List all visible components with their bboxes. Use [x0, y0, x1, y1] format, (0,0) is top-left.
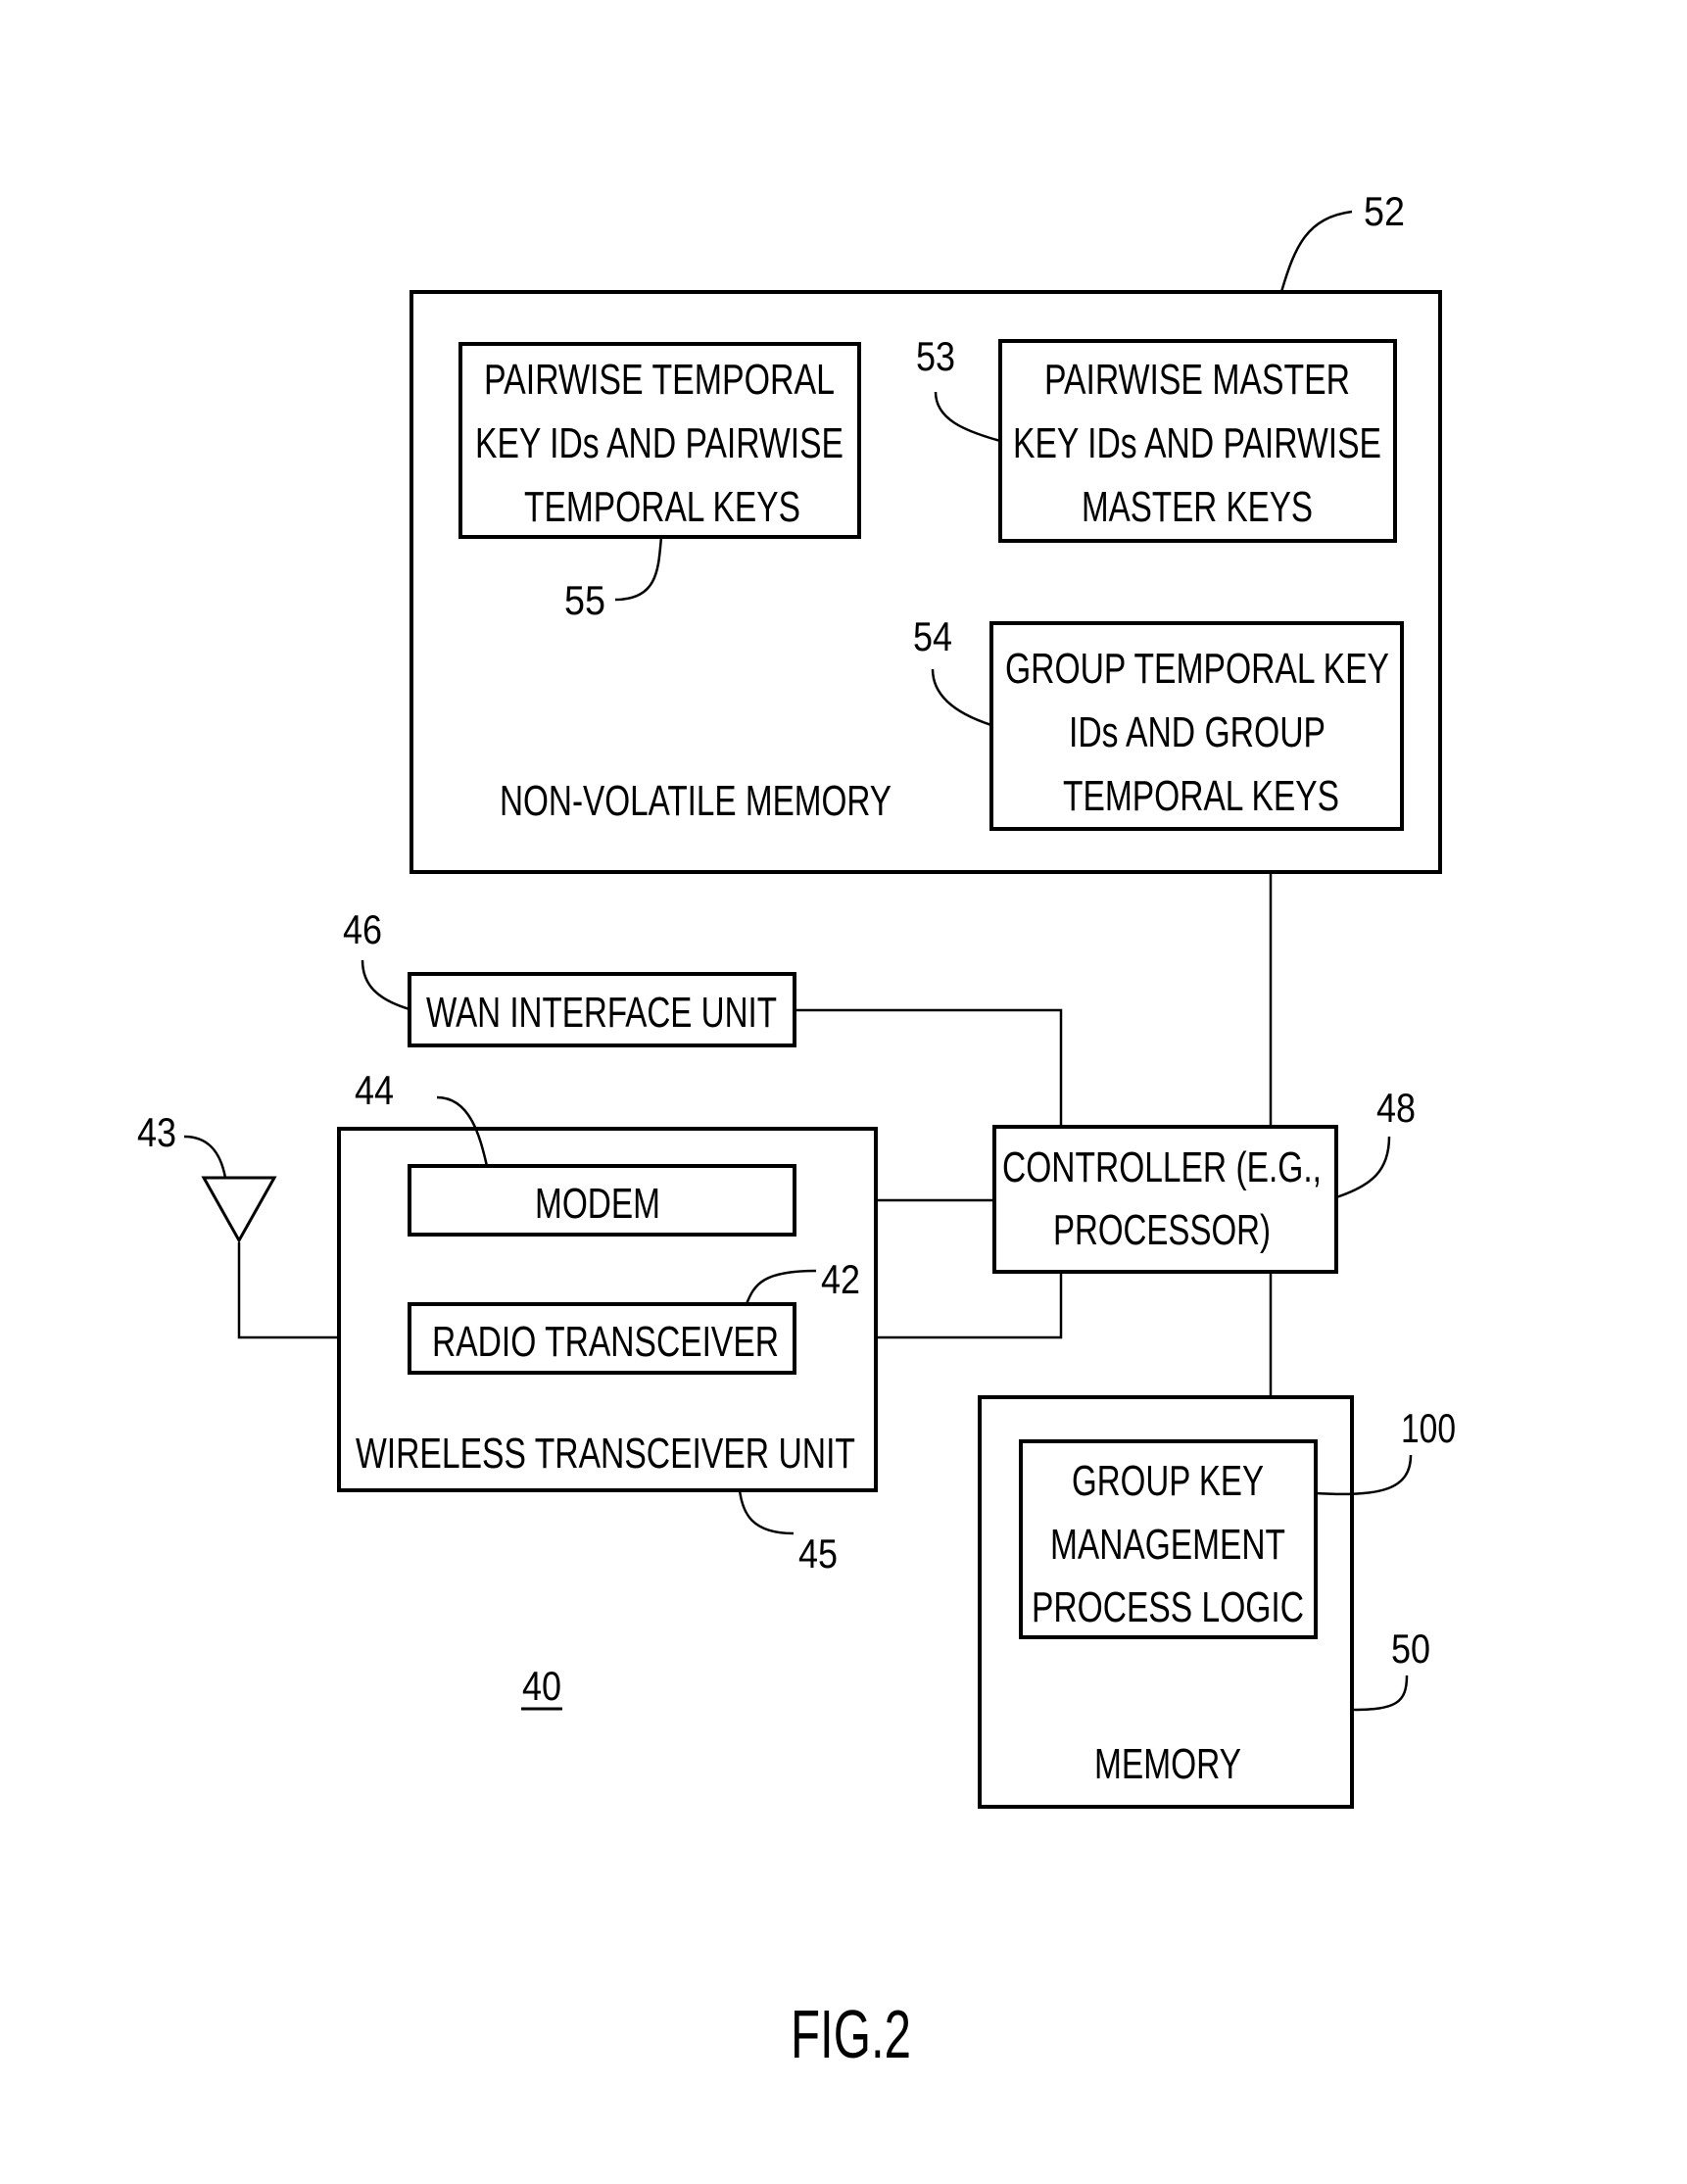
- ref-43: 43: [137, 1109, 176, 1155]
- memory-label: MEMORY: [1094, 1740, 1241, 1788]
- ref-46: 46: [343, 906, 382, 952]
- pairwise-master-keys-line-2: KEY IDs AND PAIRWISE: [1013, 419, 1381, 467]
- wan-interface-unit-block: WAN INTERFACE UNIT 46: [343, 906, 796, 1047]
- group-temporal-keys-line-3: TEMPORAL KEYS: [1063, 772, 1339, 820]
- ref-45: 45: [798, 1530, 838, 1577]
- group-temporal-keys-line-1: GROUP TEMPORAL KEY: [1005, 645, 1389, 693]
- patent-figure: NON-VOLATILE MEMORY 52 PAIRWISE TEMPORAL…: [0, 0, 1687, 2184]
- figure-caption: FIG.2: [791, 1996, 911, 2072]
- wan-interface-unit-label: WAN INTERFACE UNIT: [426, 989, 777, 1037]
- pairwise-temporal-keys-line-1: PAIRWISE TEMPORAL: [484, 356, 835, 404]
- leader-45: [738, 1489, 795, 1535]
- ref-48: 48: [1376, 1085, 1416, 1131]
- pairwise-master-keys-line-1: PAIRWISE MASTER: [1044, 356, 1350, 404]
- ref-100: 100: [1401, 1405, 1456, 1451]
- ref-52: 52: [1364, 188, 1405, 234]
- leader-43: [183, 1135, 227, 1179]
- group-key-management-line-3: PROCESS LOGIC: [1032, 1583, 1304, 1631]
- leader-52: [1279, 210, 1353, 293]
- non-volatile-memory-label: NON-VOLATILE MEMORY: [500, 777, 892, 825]
- leader-48: [1335, 1136, 1391, 1199]
- ref-42: 42: [821, 1256, 860, 1302]
- pairwise-temporal-keys-line-3: TEMPORAL KEYS: [524, 483, 800, 531]
- ref-55: 55: [564, 577, 605, 623]
- group-temporal-keys-line-2: IDs AND GROUP: [1069, 708, 1326, 756]
- device-ref-40: 40: [522, 1663, 561, 1709]
- controller-line-2: PROCESSOR): [1053, 1206, 1271, 1254]
- ref-54: 54: [913, 613, 952, 659]
- pairwise-temporal-keys-line-2: KEY IDs AND PAIRWISE: [475, 419, 844, 467]
- ref-44: 44: [355, 1067, 394, 1113]
- group-key-management-line-1: GROUP KEY: [1072, 1457, 1264, 1505]
- controller-line-1: CONTROLLER (E.G.,: [1002, 1143, 1322, 1191]
- radio-transceiver-label: RADIO TRANSCEIVER: [432, 1318, 779, 1366]
- ref-50: 50: [1391, 1626, 1430, 1672]
- group-key-management-block: GROUP KEY MANAGEMENT PROCESS LOGIC 100: [1019, 1405, 1456, 1639]
- antenna-block: 43: [137, 1109, 277, 1244]
- leader-50: [1351, 1674, 1409, 1712]
- wireless-transceiver-unit-label: WIRELESS TRANSCEIVER UNIT: [356, 1430, 855, 1478]
- ref-53: 53: [916, 333, 955, 379]
- controller-block: CONTROLLER (E.G., PROCESSOR) 48: [992, 1085, 1416, 1274]
- pairwise-master-keys-line-3: MASTER KEYS: [1082, 483, 1313, 531]
- leader-46: [361, 959, 410, 1011]
- modem-label: MODEM: [535, 1180, 660, 1228]
- group-key-management-line-2: MANAGEMENT: [1050, 1521, 1285, 1569]
- wire-wan-controller: [795, 1008, 1063, 1127]
- antenna-icon: [201, 1176, 277, 1244]
- block-diagram: NON-VOLATILE MEMORY 52 PAIRWISE TEMPORAL…: [137, 188, 1456, 2072]
- figure-labels: 40 FIG.2: [521, 1663, 911, 2072]
